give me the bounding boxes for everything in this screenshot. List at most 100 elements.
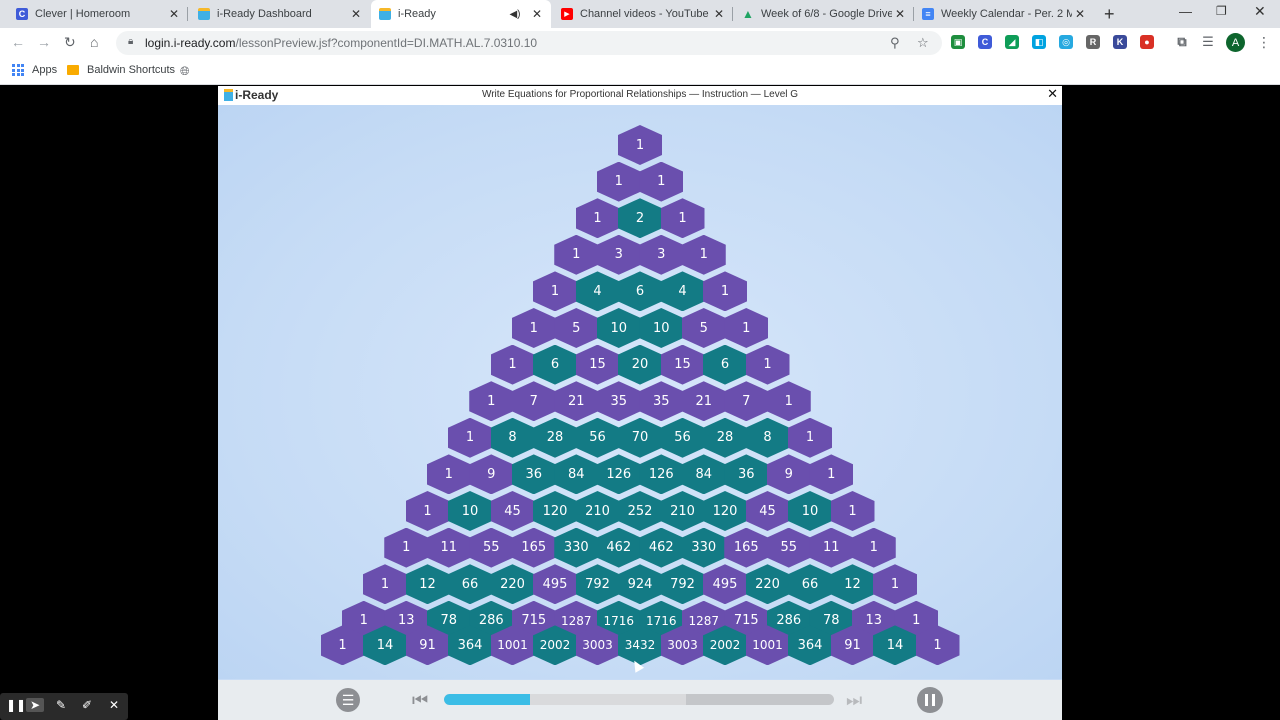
apps-grid-icon — [12, 64, 24, 76]
tab-google-drive[interactable]: ▲ Week of 6/8 - Google Drive ✕ — [734, 0, 914, 28]
extension-icon[interactable]: C — [978, 35, 992, 49]
pascal-hex-cell: 165 — [724, 527, 769, 568]
bookmark-label: Apps — [32, 64, 58, 76]
pascal-hex-cell: 1 — [405, 491, 450, 531]
profile-avatar[interactable]: A — [1226, 33, 1245, 52]
close-icon[interactable]: ✕ — [1047, 86, 1058, 102]
pascal-hex-cell: 1 — [426, 454, 471, 495]
pascal-hex-cell: 792 — [575, 564, 620, 605]
menu-list-icon[interactable]: ☰ — [336, 688, 360, 712]
pascal-hex-cell: 1 — [639, 161, 684, 202]
globe-icon[interactable]: 🌐︎ — [180, 64, 190, 79]
lock-icon: 🔒︎ — [128, 36, 134, 47]
progress-fill — [444, 694, 530, 705]
tab-title: Clever | Homeroom — [35, 8, 131, 20]
url-text[interactable]: login.i-ready.com/lessonPreview.jsf?comp… — [145, 36, 537, 50]
bookmark-apps[interactable]: Apps — [12, 64, 57, 76]
speaker-icon[interactable]: ◀) — [507, 9, 523, 20]
extension-icon[interactable]: ▣ — [951, 35, 965, 49]
highlighter-icon[interactable]: ✐ — [82, 698, 92, 712]
tab-youtube[interactable]: ▶ Channel videos - YouTube St ✕ — [553, 0, 733, 28]
restore-icon[interactable]: ❐ — [1216, 4, 1227, 18]
pascal-hex-cell: 12 — [405, 564, 450, 605]
pause-icon[interactable] — [917, 687, 943, 713]
bookmark-baldwin-shortcuts[interactable]: Baldwin Shortcuts — [67, 64, 175, 76]
reload-icon[interactable]: ↻ — [64, 34, 76, 51]
extension-icon[interactable]: K — [1113, 35, 1127, 49]
pascal-hex-cell: 70 — [618, 417, 662, 458]
tab-strip: C Clever | Homeroom ✕ i-Ready Dashboard … — [0, 0, 1280, 28]
reading-list-icon[interactable]: ☰ — [1201, 34, 1215, 49]
pascal-hex-cell: 6 — [618, 271, 662, 312]
pascal-hex-cell: 1 — [363, 564, 407, 605]
window-close-icon[interactable]: ✕ — [1254, 3, 1266, 20]
pascal-hex-cell: 5 — [681, 308, 726, 348]
pascal-hex-cell: 35 — [596, 381, 641, 422]
pascal-hex-cell: 6 — [533, 344, 577, 385]
pascal-hex-cell: 792 — [660, 564, 705, 605]
pascal-hex-cell: 56 — [575, 417, 620, 458]
pascal-hex-cell: 4 — [575, 271, 620, 312]
pascal-hex-cell: 11 — [809, 527, 854, 568]
pascal-hex-cell: 6 — [703, 344, 747, 385]
extension-icon[interactable]: ◎ — [1059, 35, 1073, 49]
browser-menu-icon[interactable]: ⋮ — [1257, 34, 1271, 51]
pascal-hex-cell: 55 — [469, 527, 514, 568]
pascal-hex-cell: 1 — [384, 527, 429, 568]
extension-icon[interactable]: ◢ — [1005, 35, 1019, 49]
folder-icon — [67, 65, 79, 75]
close-icon[interactable]: ✕ — [711, 7, 727, 21]
pascal-hex-cell: 45 — [490, 491, 535, 531]
tab-clever[interactable]: C Clever | Homeroom ✕ — [8, 0, 188, 28]
pascal-hex-cell: 1 — [490, 344, 535, 385]
pascal-hex-cell: 8 — [745, 417, 790, 458]
close-icon[interactable]: ✕ — [348, 7, 364, 21]
pascal-hex-cell: 165 — [511, 527, 556, 568]
tab-iready[interactable]: i-Ready ◀) ✕ — [371, 0, 551, 28]
tab-title: i-Ready Dashboard — [217, 8, 312, 20]
pascal-hex-cell: 220 — [490, 564, 535, 605]
google-docs-icon: ≡ — [922, 8, 934, 20]
new-tab-icon[interactable]: + — [1104, 4, 1115, 25]
address-bar[interactable]: 🔒︎ login.i-ready.com/lessonPreview.jsf?c… — [116, 31, 942, 55]
close-icon[interactable]: ✕ — [1072, 7, 1088, 21]
bookmarks-bar: Apps Baldwin Shortcuts 🌐︎ — [0, 58, 1280, 85]
pen-icon[interactable]: ✎ — [56, 698, 66, 712]
home-icon[interactable]: ⌂ — [90, 34, 98, 50]
star-icon[interactable]: ☆ — [917, 35, 929, 51]
pointer-icon[interactable]: ➤ — [26, 698, 45, 712]
back-arrow-icon[interactable]: ← — [11, 34, 25, 50]
youtube-icon: ▶ — [561, 8, 573, 20]
extension-icon[interactable]: ◧ — [1032, 35, 1046, 49]
extension-icon[interactable]: ● — [1140, 35, 1154, 49]
skip-forward-icon[interactable]: ⏭ — [846, 690, 862, 711]
pascal-hex-cell: 12 — [830, 564, 875, 605]
skip-back-icon[interactable]: ⏮ — [412, 690, 428, 711]
pascal-hex-cell: 1 — [533, 271, 577, 312]
close-icon[interactable]: ✕ — [109, 698, 119, 712]
pascal-hex-cell: 36 — [511, 454, 556, 495]
pascal-hex-cell: 84 — [554, 454, 599, 495]
close-icon[interactable]: ✕ — [529, 7, 545, 21]
pascal-hex-cell: 10 — [639, 308, 684, 348]
bookmark-label: Baldwin Shortcuts — [87, 64, 176, 76]
cast-icon[interactable]: ⧉ — [1175, 34, 1189, 49]
player-controls: ☰ ⏮ ⏭ — [218, 680, 1062, 720]
tab-iready-dashboard[interactable]: i-Ready Dashboard ✕ — [190, 0, 370, 28]
progress-track[interactable] — [444, 694, 834, 705]
tab-google-docs[interactable]: ≡ Weekly Calendar - Per. 2 Mat ✕ — [914, 0, 1094, 28]
pascal-hex-cell: 15 — [660, 344, 705, 385]
pascal-hex-cell: 462 — [596, 527, 641, 568]
minimize-icon[interactable]: — — [1179, 4, 1192, 19]
zoom-search-icon[interactable]: ⚲ — [890, 35, 900, 51]
close-icon[interactable]: ✕ — [892, 7, 908, 21]
extension-icon[interactable]: R — [1086, 35, 1100, 49]
pascal-hex-cell: 5 — [554, 308, 599, 348]
pascal-hex-cell: 21 — [554, 381, 599, 422]
close-icon[interactable]: ✕ — [166, 7, 182, 21]
pascal-hex-cell: 56 — [660, 417, 705, 458]
forward-arrow-icon[interactable]: → — [37, 34, 51, 50]
pause-icon[interactable]: ❚❚ — [6, 698, 26, 712]
pascal-hex-cell: 220 — [745, 564, 790, 605]
pascal-hex-cell: 252 — [618, 491, 662, 531]
